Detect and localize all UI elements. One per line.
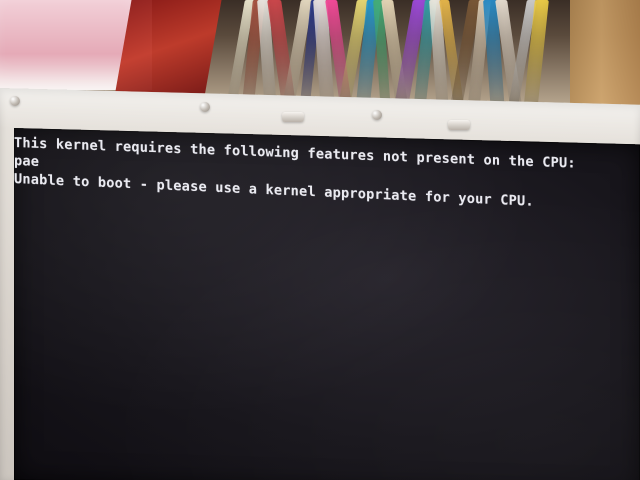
latch-icon: [448, 120, 470, 130]
boot-console: This kernel requires the following featu…: [14, 134, 634, 210]
screw-icon: [372, 110, 382, 120]
screw-icon: [200, 102, 210, 112]
screw-icon: [10, 96, 20, 106]
laptop-screen: This kernel requires the following featu…: [14, 128, 640, 480]
latch-icon: [282, 112, 304, 122]
photo-scene: This kernel requires the following featu…: [0, 0, 640, 480]
